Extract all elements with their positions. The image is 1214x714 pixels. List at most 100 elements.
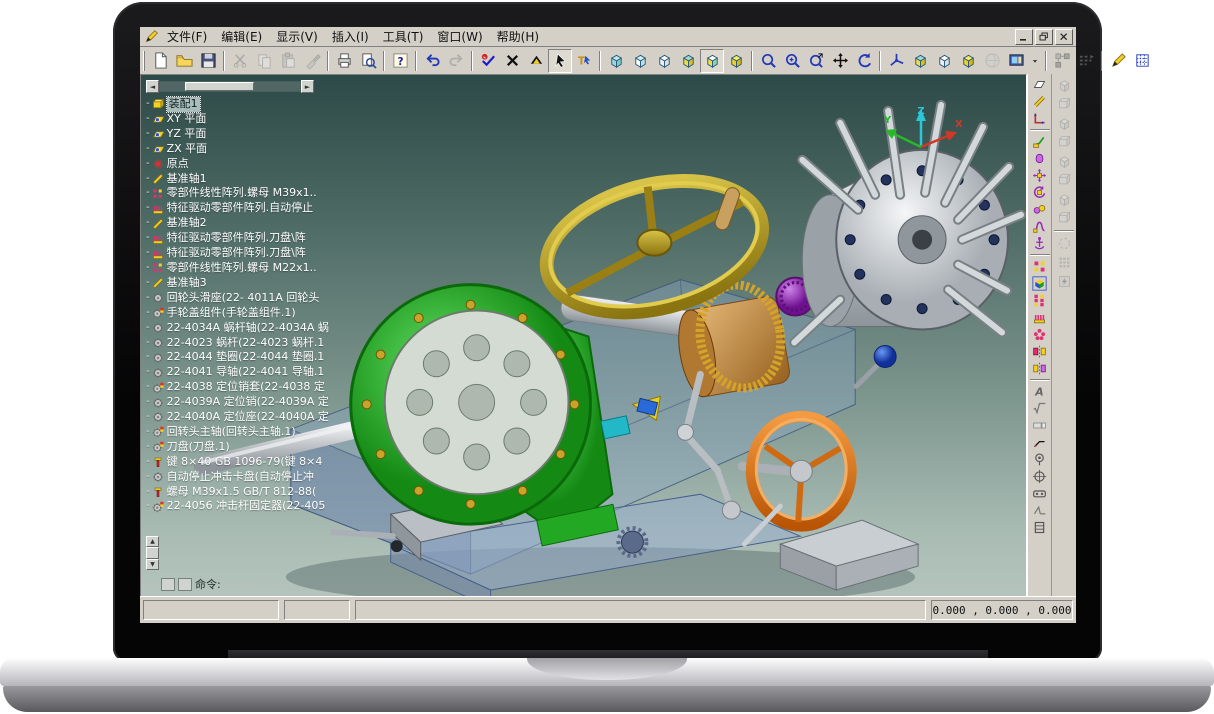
tree-item-13[interactable]: 回轮头滑座(22- 4011A 回轮头 <box>146 291 329 306</box>
pattern-circular-2-button[interactable] <box>1052 234 1076 253</box>
zoom-button[interactable] <box>756 49 780 73</box>
feature-generate-button[interactable] <box>1029 133 1051 150</box>
feature-frame-button[interactable] <box>1029 485 1051 502</box>
solid-tool-3-button[interactable] <box>1052 114 1076 133</box>
datum-axis-button[interactable] <box>1029 93 1051 110</box>
weld-symbol-button[interactable] <box>1029 502 1051 519</box>
tree-item-17[interactable]: 22-4044 垫圈(22-4044 垫圈.1 <box>146 350 329 365</box>
rotate-view-button[interactable] <box>852 49 876 73</box>
cut-button[interactable] <box>228 49 252 73</box>
tree-item-15[interactable]: 22-4034A 蜗杆轴(22-4034A 蜗 <box>146 321 329 336</box>
cancel-button[interactable] <box>500 49 524 73</box>
menu-item-5[interactable]: 工具(T) <box>376 29 431 46</box>
solid-tool-5-button[interactable] <box>1052 152 1076 171</box>
solid-tool-2-button[interactable] <box>1052 95 1076 114</box>
help-button[interactable]: ? <box>388 49 412 73</box>
solid-tool-8-button[interactable] <box>1052 209 1076 228</box>
toolbar-grip[interactable] <box>143 51 145 71</box>
command-options-icon[interactable] <box>178 578 192 591</box>
format-brush-button[interactable] <box>300 49 324 73</box>
rotate-component-button[interactable] <box>1029 184 1051 201</box>
minimize-button[interactable] <box>1015 29 1033 45</box>
paste-button[interactable] <box>276 49 300 73</box>
select-filter-button[interactable]: T <box>572 49 596 73</box>
new-button[interactable] <box>148 49 172 73</box>
pattern-matrix-button[interactable] <box>1029 292 1051 309</box>
anchor-component-button[interactable] <box>1029 235 1051 252</box>
tree-item-27[interactable]: 22-4056 冲击杆固定器(22-405 <box>146 499 329 514</box>
tree-item-10[interactable]: 特征驱动零部件阵列.刀盘\阵 <box>146 246 329 261</box>
redo-button[interactable] <box>444 49 468 73</box>
tree-item-25[interactable]: 自动停止冲击卡盘(自动停止冲 <box>146 470 329 485</box>
solid-tool-7-button[interactable] <box>1052 190 1076 209</box>
tree-item-20[interactable]: 22-4039A 定位销(22-4039A 定 <box>146 395 329 410</box>
tree-item-19[interactable]: 22-4038 定位销套(22-4038 定 <box>146 380 329 395</box>
pan-button[interactable] <box>828 49 852 73</box>
tree-item-8[interactable]: 基准轴2 <box>146 216 329 231</box>
relation-tree-button[interactable] <box>1050 49 1074 73</box>
display-solid-button[interactable] <box>724 49 748 73</box>
sketch-button[interactable] <box>1029 110 1051 127</box>
tree-item-5[interactable]: 基准轴1 <box>146 172 329 187</box>
tree-item-16[interactable]: 22-4023 蜗杆(22-4023 蜗杆.1 <box>146 336 329 351</box>
display-shaded-edge-button[interactable] <box>676 49 700 73</box>
tree-item-9[interactable]: 特征驱动零部件阵列.刀盘\阵 <box>146 231 329 246</box>
leader-note-button[interactable] <box>1029 434 1051 451</box>
display-shaded-button[interactable] <box>700 49 724 73</box>
view-manager-dropdown-button[interactable] <box>1028 49 1042 73</box>
tree-item-24[interactable]: 键 8×40 GB 1096-79(键 8×4 <box>146 455 329 470</box>
tree-item-11[interactable]: 零部件线性阵列.螺母 M22x1.. <box>146 261 329 276</box>
scroll-right-arrow-icon[interactable]: ► <box>301 80 314 93</box>
axis-triad-button[interactable] <box>884 49 908 73</box>
route-path-button[interactable] <box>1029 218 1051 235</box>
flip-direction-button[interactable] <box>524 49 548 73</box>
insert-component-button[interactable] <box>1029 150 1051 167</box>
undo-button[interactable] <box>420 49 444 73</box>
pattern-linear-button[interactable] <box>1029 258 1051 275</box>
frame-note-button[interactable] <box>1029 519 1051 536</box>
scroll-down-arrow-icon[interactable]: ▼ <box>146 559 159 570</box>
print-button[interactable] <box>332 49 356 73</box>
balloon-button[interactable] <box>1029 451 1051 468</box>
menu-item-1[interactable]: 文件(F) <box>160 29 214 46</box>
tree-vertical-scrollbar[interactable]: ▲ ▼ <box>146 536 157 570</box>
save-button[interactable] <box>196 49 220 73</box>
menu-item-7[interactable]: 帮助(H) <box>490 29 546 46</box>
tree-item-1[interactable]: XY 平面 <box>146 112 329 127</box>
tree-item-26[interactable]: 螺母 M39x1.5 GB/T 812-88( <box>146 485 329 500</box>
mate-components-button[interactable] <box>1029 201 1051 218</box>
mirror-component-button[interactable] <box>1029 343 1051 360</box>
pattern-feature-button[interactable] <box>1029 309 1051 326</box>
3d-viewport[interactable]: Z Y X ◄ ► 装配1XY 平面YZ 平面ZX 平面原点基准轴1零部件线性阵… <box>140 74 1027 597</box>
copy-button[interactable] <box>252 49 276 73</box>
restore-button[interactable] <box>1035 29 1053 45</box>
render-mode-button[interactable] <box>980 49 1004 73</box>
tree-item-7[interactable]: 特征驱动零部件阵列.自动停止 <box>146 201 329 216</box>
tree-item-12[interactable]: 基准轴3 <box>146 276 329 291</box>
pattern-circular-button[interactable] <box>1029 326 1051 343</box>
tree-item-23[interactable]: 刀盘(刀盘.1) <box>146 440 329 455</box>
tree-item-14[interactable]: 手轮盖组件(手轮盖组件.1) <box>146 306 329 321</box>
solid-tool-1-button[interactable] <box>1052 76 1076 95</box>
open-button[interactable] <box>172 49 196 73</box>
select-button[interactable] <box>548 49 572 73</box>
view-front-button[interactable] <box>932 49 956 73</box>
view-side-button[interactable] <box>956 49 980 73</box>
menu-item-3[interactable]: 显示(V) <box>269 29 325 46</box>
text-note-button[interactable]: A <box>1029 383 1051 400</box>
solid-tool-6-button[interactable] <box>1052 171 1076 190</box>
scroll-up-arrow-icon[interactable]: ▲ <box>146 536 159 547</box>
pattern-grid-button[interactable] <box>1052 253 1076 272</box>
print-preview-button[interactable] <box>356 49 380 73</box>
menu-item-6[interactable]: 窗口(W) <box>430 29 489 46</box>
command-prompt[interactable]: 命令: <box>195 576 221 592</box>
view-isometric-button[interactable] <box>908 49 932 73</box>
grid-button[interactable] <box>1130 49 1154 73</box>
display-hidden-line-button[interactable] <box>628 49 652 73</box>
scrollbar-thumb[interactable] <box>146 547 159 558</box>
display-wireframe-button[interactable] <box>604 49 628 73</box>
tree-item-3[interactable]: ZX 平面 <box>146 142 329 157</box>
tree-item-4[interactable]: 原点 <box>146 157 329 172</box>
display-no-shade-button[interactable] <box>652 49 676 73</box>
solid-tool-4-button[interactable] <box>1052 133 1076 152</box>
